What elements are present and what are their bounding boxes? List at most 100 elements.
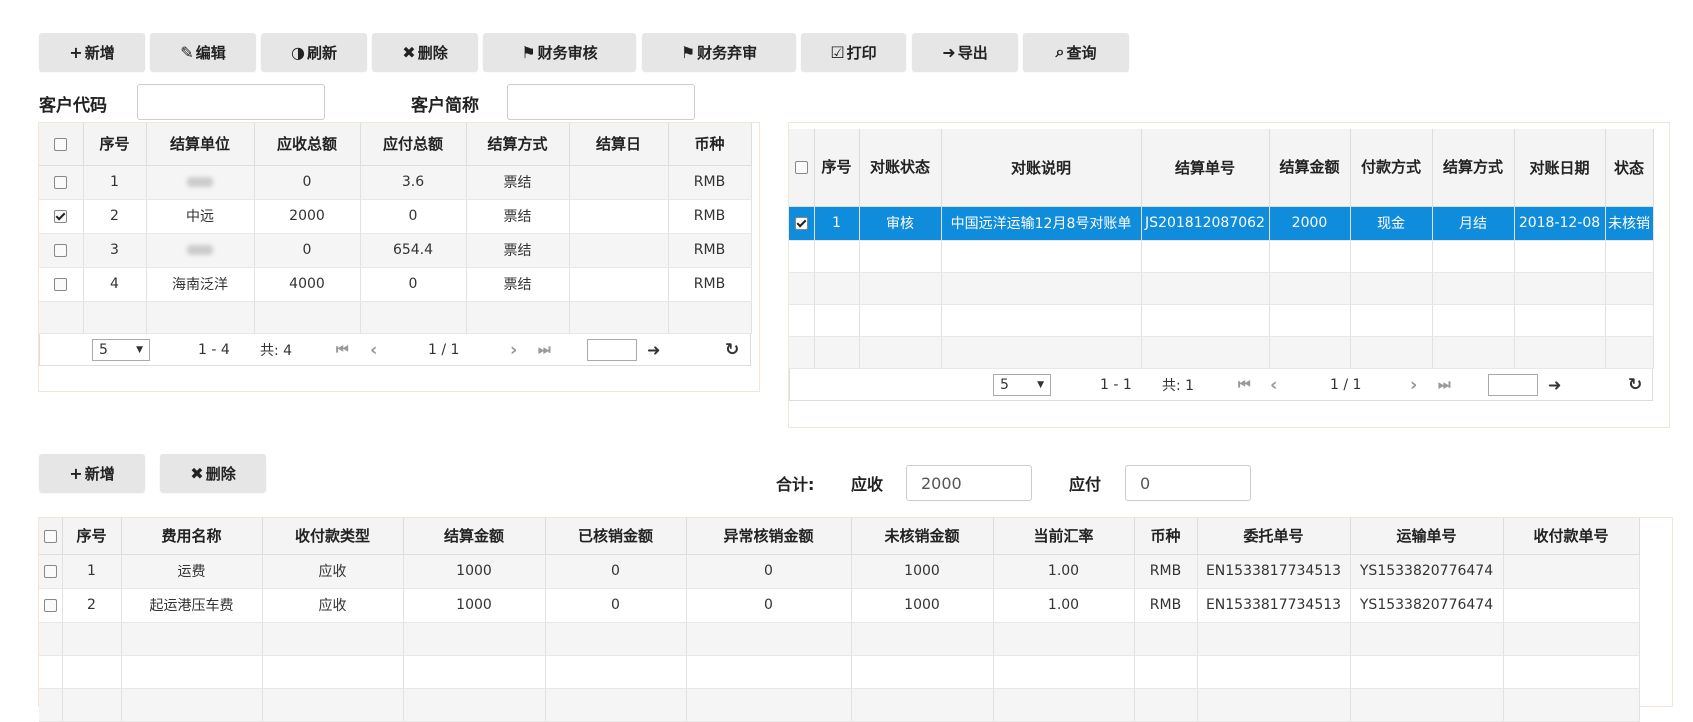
checkbox-checked-icon bbox=[54, 209, 68, 223]
checkbox-icon bbox=[54, 175, 68, 189]
table-row[interactable]: 2 起运港压车费 应收 1000 0 0 1000 1.00 RMB EN153… bbox=[39, 588, 1640, 623]
cell: RMB bbox=[668, 233, 752, 268]
cell: 2 bbox=[62, 588, 122, 623]
first-page-icon[interactable]: ⏮ bbox=[1238, 377, 1251, 393]
page-size-select[interactable]: 5 ▼ bbox=[993, 374, 1051, 396]
caret-down-icon: ▼ bbox=[1037, 380, 1044, 390]
cell: 起运港压车费 bbox=[121, 588, 263, 623]
checkbox-icon bbox=[43, 529, 57, 543]
go-arrow-icon[interactable]: ➜ bbox=[647, 340, 660, 359]
checkbox-icon bbox=[43, 564, 57, 578]
row-checkbox[interactable] bbox=[39, 165, 84, 200]
cell: JS201812087062 bbox=[1141, 206, 1270, 241]
search-button-label: 查询 bbox=[1066, 43, 1097, 62]
add-fee-button-label: 新增 bbox=[84, 464, 115, 483]
export-button[interactable]: ➜ 导出 bbox=[912, 33, 1018, 71]
column-header: 结算方式 bbox=[1432, 129, 1515, 207]
refresh-button[interactable]: ◑ 刷新 bbox=[261, 33, 367, 71]
customer-short-input[interactable] bbox=[507, 84, 695, 120]
column-header: 结算金额 bbox=[403, 518, 546, 555]
finance-unapprove-button[interactable]: ⚑ 财务弃审 bbox=[642, 33, 796, 71]
add-fee-button[interactable]: + 新增 bbox=[39, 454, 145, 492]
table-row[interactable]: 1 运费 应收 1000 0 0 1000 1.00 RMB EN1533817… bbox=[39, 554, 1640, 589]
prev-page-icon[interactable]: ‹ bbox=[1270, 374, 1277, 395]
table-row[interactable]: 1 0 3.6 票结 RMB bbox=[39, 165, 752, 200]
table-row-selected[interactable]: 1 审核 中国远洋运输12月8号对账单 JS201812087062 2000 … bbox=[789, 206, 1654, 241]
payable-field[interactable]: 0 bbox=[1125, 465, 1251, 501]
finance-approve-button-label: 财务审核 bbox=[537, 43, 598, 62]
goto-page-input[interactable] bbox=[587, 339, 637, 361]
row-checkbox[interactable] bbox=[39, 233, 84, 268]
column-header: 序号 bbox=[62, 518, 122, 555]
row-checkbox[interactable] bbox=[39, 267, 84, 302]
table-row[interactable]: 3 0 654.4 票结 RMB bbox=[39, 233, 752, 268]
print-button[interactable]: ☑ 打印 bbox=[801, 33, 906, 71]
reload-icon[interactable]: ↻ bbox=[725, 340, 739, 360]
page-size-value: 5 bbox=[1000, 377, 1009, 393]
cell: 1 bbox=[62, 554, 122, 589]
cell: RMB bbox=[668, 267, 752, 302]
cell: 2000 bbox=[1269, 206, 1351, 241]
table-row[interactable]: 2 中远 2000 0 票结 RMB bbox=[39, 199, 752, 234]
finance-unapprove-button-label: 财务弃审 bbox=[697, 43, 758, 62]
delete-button[interactable]: ✖ 删除 bbox=[372, 33, 478, 71]
last-page-icon[interactable]: ⏭ bbox=[538, 342, 551, 358]
next-page-icon[interactable]: › bbox=[1410, 374, 1417, 395]
column-header: 结算日 bbox=[569, 123, 669, 166]
cell: 2018-12-08 bbox=[1514, 206, 1606, 241]
cell: 票结 bbox=[466, 199, 570, 234]
flag-check-icon: ⚑ bbox=[521, 42, 536, 62]
refresh-button-label: 刷新 bbox=[306, 43, 337, 62]
settlement-unit-table: 序号 结算单位 应收总额 应付总额 结算方式 结算日 币种 1 0 3.6 票结… bbox=[39, 123, 752, 334]
row-checkbox[interactable] bbox=[39, 199, 84, 234]
blurred-name-cell bbox=[146, 233, 255, 268]
prev-page-icon[interactable]: ‹ bbox=[370, 339, 377, 360]
table-header-row: 序号 费用名称 收付款类型 结算金额 已核销金额 异常核销金额 未核销金额 当前… bbox=[39, 518, 1640, 555]
cell: 1000 bbox=[403, 588, 546, 623]
pager-page: 1 / 1 bbox=[1330, 376, 1362, 393]
customer-code-input[interactable] bbox=[137, 84, 325, 120]
pager-range: 1 - 1 bbox=[1100, 376, 1132, 393]
delete-fee-button[interactable]: ✖ 删除 bbox=[160, 454, 266, 492]
first-page-icon[interactable]: ⏮ bbox=[336, 342, 349, 358]
fee-table: 序号 费用名称 收付款类型 结算金额 已核销金额 异常核销金额 未核销金额 当前… bbox=[39, 518, 1640, 722]
search-button[interactable]: ⌕ 查询 bbox=[1023, 33, 1129, 71]
cell: 未核销 bbox=[1605, 206, 1654, 241]
row-checkbox[interactable] bbox=[39, 588, 63, 623]
arrow-right-icon: ➜ bbox=[942, 42, 956, 62]
cell: 现金 bbox=[1350, 206, 1433, 241]
goto-page-input[interactable] bbox=[1488, 374, 1538, 396]
row-checkbox[interactable] bbox=[789, 206, 815, 241]
add-button[interactable]: + 新增 bbox=[39, 33, 145, 71]
table-row[interactable]: 4 海南泛洋 4000 0 票结 RMB bbox=[39, 267, 752, 302]
receivable-field[interactable]: 2000 bbox=[906, 465, 1032, 501]
receivable-label: 应收 bbox=[851, 475, 884, 494]
flag-x-icon: ⚑ bbox=[680, 42, 696, 62]
reconciliation-table: 序号 对账状态 对账说明 结算单号 结算金额 付款方式 结算方式 对账日期 状态… bbox=[789, 129, 1654, 369]
column-header: 收付款类型 bbox=[262, 518, 404, 555]
select-all-checkbox[interactable] bbox=[39, 518, 63, 555]
cell: 票结 bbox=[466, 233, 570, 268]
finance-approve-button[interactable]: ⚑ 财务审核 bbox=[483, 33, 636, 71]
page-size-select[interactable]: 5 ▼ bbox=[92, 339, 150, 361]
blurred-name-cell bbox=[146, 165, 255, 200]
edit-button[interactable]: ✎ 编辑 bbox=[150, 33, 256, 71]
select-all-checkbox[interactable] bbox=[39, 123, 84, 166]
row-checkbox[interactable] bbox=[39, 554, 63, 589]
cell: RMB bbox=[668, 199, 752, 234]
last-page-icon[interactable]: ⏭ bbox=[1438, 377, 1451, 393]
reload-icon[interactable]: ↻ bbox=[1628, 375, 1642, 395]
column-header: 币种 bbox=[1134, 518, 1198, 555]
cell bbox=[569, 199, 669, 234]
cell: 票结 bbox=[466, 165, 570, 200]
cell: RMB bbox=[668, 165, 752, 200]
cell: 1000 bbox=[851, 588, 994, 623]
pager-total: 共: 1 bbox=[1162, 377, 1195, 394]
plus-icon: + bbox=[69, 463, 83, 483]
go-arrow-icon[interactable]: ➜ bbox=[1548, 375, 1561, 394]
cell: 1 bbox=[814, 206, 860, 241]
column-header: 结算单号 bbox=[1141, 129, 1270, 207]
next-page-icon[interactable]: › bbox=[510, 339, 517, 360]
print-button-label: 打印 bbox=[846, 43, 877, 62]
select-all-checkbox[interactable] bbox=[789, 129, 815, 207]
